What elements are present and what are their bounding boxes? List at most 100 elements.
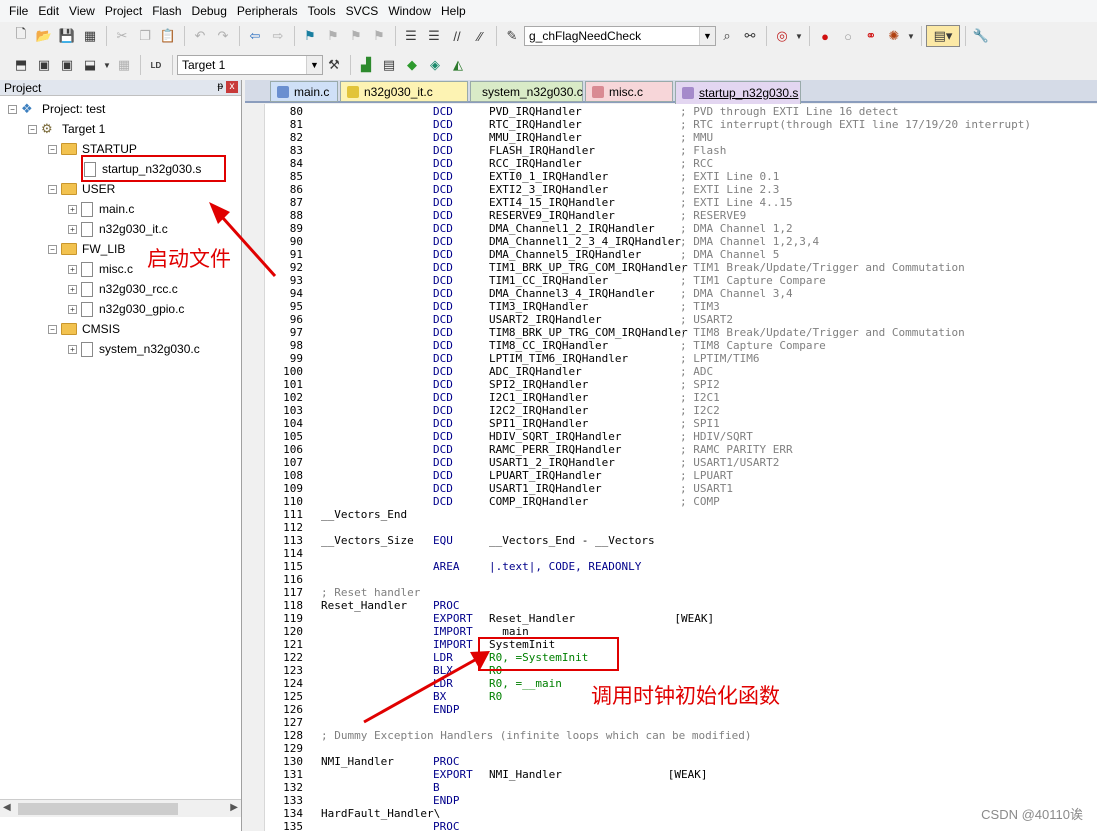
menu-item-help[interactable]: Help <box>436 1 471 21</box>
breakpoint-disable-icon[interactable]: ○ <box>837 25 859 47</box>
tab-misc-c[interactable]: misc.c <box>585 81 673 102</box>
menu-item-view[interactable]: View <box>64 1 100 21</box>
batch-build-icon[interactable]: ⬓ <box>79 54 101 76</box>
menu-item-edit[interactable]: Edit <box>33 1 64 21</box>
window-layout-icon[interactable]: ▤▾ <box>926 25 960 47</box>
save-all-icon[interactable]: ▦ <box>79 25 101 47</box>
incremental-find-icon[interactable]: ⚯ <box>739 25 761 47</box>
undo-icon[interactable]: ↶ <box>189 25 211 47</box>
debug-icon[interactable]: ◎ <box>771 25 793 47</box>
tree-group-user[interactable]: − USER <box>48 179 115 199</box>
horizontal-scrollbar[interactable]: ◀ ▶ <box>0 799 241 817</box>
chevron-down-icon[interactable]: ▼ <box>699 27 715 45</box>
tree-file-misc[interactable]: + misc.c <box>68 259 133 279</box>
stop-build-icon[interactable]: ▦ <box>113 54 135 76</box>
expand-icon[interactable]: + <box>68 224 77 234</box>
menu-item-flash[interactable]: Flash <box>147 1 186 21</box>
scrollbar-thumb[interactable] <box>18 803 178 815</box>
redo-icon[interactable]: ↷ <box>212 25 234 47</box>
find-combo[interactable]: g_chFlagNeedCheck ▼ <box>524 26 716 46</box>
tab-startup-n32g030-s[interactable]: startup_n32g030.s <box>675 81 801 104</box>
chevron-down-icon[interactable]: ▼ <box>794 25 804 47</box>
breakpoint-kill-icon[interactable]: ✺ <box>883 25 905 47</box>
scroll-left-icon[interactable]: ◀ <box>3 802 11 813</box>
tab-main-c[interactable]: main.c <box>270 81 338 102</box>
tab-system-n32g030-c[interactable]: system_n32g030.c <box>470 81 583 102</box>
collapse-icon[interactable]: − <box>48 144 57 154</box>
scroll-right-icon[interactable]: ▶ <box>230 802 238 813</box>
expand-icon[interactable]: + <box>68 204 77 214</box>
pin-icon[interactable]: ᵽ <box>217 81 223 92</box>
tab-n32g030-it-c[interactable]: n32g030_it.c <box>340 81 468 102</box>
tree-file-system[interactable]: + system_n32g030.c <box>68 339 200 359</box>
code-area[interactable]: 80 DCD PVD_IRQHandler ; PVD through EXTI Li… <box>265 104 1097 831</box>
target-select[interactable]: Target 1 ▼ <box>177 55 323 75</box>
menu-item-debug[interactable]: Debug <box>187 1 232 21</box>
nav-forward-icon[interactable]: ⇨ <box>267 25 289 47</box>
code-editor[interactable]: 80 DCD PVD_IRQHandler ; PVD through EXTI Li… <box>245 104 1097 831</box>
bookmark-prev-icon[interactable]: ⚑ <box>322 25 344 47</box>
collapse-icon[interactable]: − <box>48 184 57 194</box>
find-in-files-icon[interactable]: ✎ <box>501 25 523 47</box>
chevron-down-icon[interactable]: ▼ <box>906 25 916 47</box>
breakpoint-clear-icon[interactable]: ⚭ <box>860 25 882 47</box>
pack-installer-icon[interactable]: ◆ <box>401 54 423 76</box>
mnemonic: IMPORT <box>433 638 473 651</box>
tree-project[interactable]: − ❖ Project: test <box>8 99 105 119</box>
tree-file-rcc[interactable]: + n32g030_rcc.c <box>68 279 178 299</box>
tree-file-it[interactable]: + n32g030_it.c <box>68 219 168 239</box>
save-icon[interactable]: 💾 <box>56 25 78 47</box>
menu-item-svcs[interactable]: SVCS <box>341 1 384 21</box>
bookmark-next-icon[interactable]: ⚑ <box>345 25 367 47</box>
menu-item-peripherals[interactable]: Peripherals <box>232 1 303 21</box>
collapse-icon[interactable]: − <box>8 104 17 114</box>
chevron-down-icon[interactable]: ▼ <box>306 56 322 74</box>
paste-icon[interactable]: 📋 <box>157 25 179 47</box>
menu-item-tools[interactable]: Tools <box>303 1 341 21</box>
breakpoint-icon[interactable]: ● <box>814 25 836 47</box>
tree-file-gpio[interactable]: + n32g030_gpio.c <box>68 299 184 319</box>
tree-group-cmsis[interactable]: − CMSIS <box>48 319 120 339</box>
load-icon[interactable]: LD <box>145 54 167 76</box>
expand-icon[interactable]: + <box>68 264 77 274</box>
cut-icon[interactable]: ✂ <box>111 25 133 47</box>
operand: R0, =__main <box>489 677 562 690</box>
run-time-environment-icon[interactable]: ◭ <box>447 54 469 76</box>
config-wrench-icon[interactable]: 🔧 <box>970 25 992 47</box>
new-file-icon[interactable]: 🗋 <box>10 25 32 47</box>
menu-item-file[interactable]: File <box>4 1 33 21</box>
chevron-down-icon[interactable]: ▼ <box>102 54 112 76</box>
expand-icon[interactable]: + <box>68 344 77 354</box>
select-software-packs-icon[interactable]: ◈ <box>424 54 446 76</box>
target-options-icon[interactable]: ⚒ <box>323 54 345 76</box>
tree-group-fwlib[interactable]: − FW_LIB <box>48 239 125 259</box>
find-icon[interactable]: ⌕ <box>716 25 738 47</box>
indent-icon[interactable]: ☰ <box>400 25 422 47</box>
menu-item-project[interactable]: Project <box>100 1 147 21</box>
bookmark-clear-icon[interactable]: ⚑ <box>368 25 390 47</box>
tree-file-main[interactable]: + main.c <box>68 199 134 219</box>
collapse-icon[interactable]: − <box>28 124 37 134</box>
bookmark-icon[interactable]: ⚑ <box>299 25 321 47</box>
manage-components-icon[interactable]: ▟ <box>355 54 377 76</box>
comment: ; EXTI Line 0.1 <box>680 170 780 183</box>
comment: ; DMA Channel 1,2 <box>680 222 793 235</box>
copy-icon[interactable]: ❐ <box>134 25 156 47</box>
build-icon[interactable]: ▣ <box>33 54 55 76</box>
expand-icon[interactable]: + <box>68 304 77 314</box>
expand-icon[interactable]: + <box>68 284 77 294</box>
unindent-icon[interactable]: ☰ <box>423 25 445 47</box>
collapse-icon[interactable]: − <box>48 244 57 254</box>
translate-icon[interactable]: ⬒ <box>10 54 32 76</box>
tree-target[interactable]: − ⚙ Target 1 <box>28 119 105 139</box>
file-extensions-icon[interactable]: ▤ <box>378 54 400 76</box>
nav-back-icon[interactable]: ⇦ <box>244 25 266 47</box>
menu-item-window[interactable]: Window <box>383 1 436 21</box>
annotation-startup: 启动文件 <box>147 247 231 271</box>
collapse-icon[interactable]: − <box>48 324 57 334</box>
rebuild-icon[interactable]: ▣ <box>56 54 78 76</box>
uncomment-icon[interactable]: ⁄⁄ <box>469 25 491 47</box>
comment-icon[interactable]: // <box>446 25 468 47</box>
close-icon[interactable]: x <box>226 81 238 93</box>
open-folder-icon[interactable]: 📂 <box>33 25 55 47</box>
